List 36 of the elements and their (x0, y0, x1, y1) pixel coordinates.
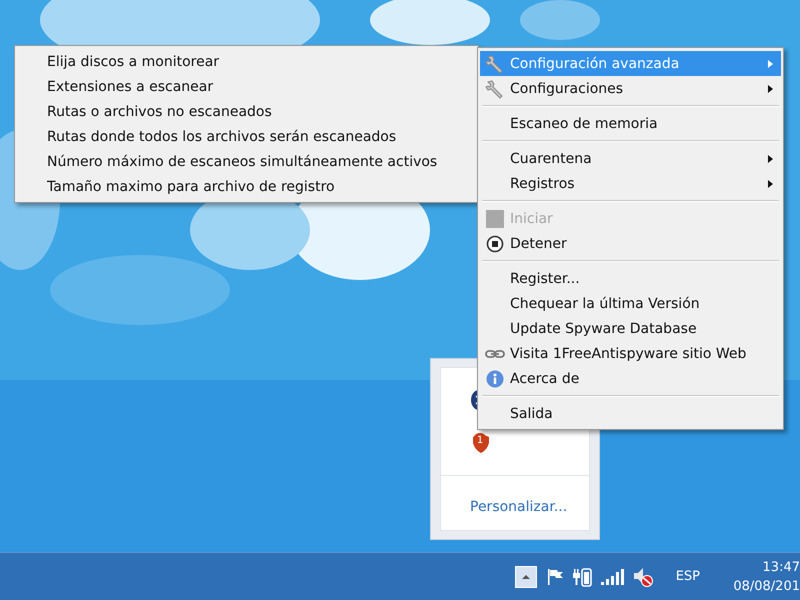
menu-item[interactable]: Registros (480, 171, 781, 196)
submenu-arrow-icon (768, 84, 773, 92)
menu-item[interactable]: Acerca de (480, 366, 781, 391)
menu-item[interactable]: Cuarentena (480, 146, 781, 171)
clock-date: 08/08/201 (733, 578, 800, 596)
menu-item[interactable]: Elija discos a monitorear (17, 49, 476, 74)
menu-item[interactable]: Tamaño maximo para archivo de registro (17, 174, 476, 199)
square-icon (486, 210, 504, 228)
customize-link[interactable]: Personalizar... (470, 499, 589, 515)
power-icon[interactable] (572, 566, 592, 586)
submenu-arrow-icon (768, 180, 773, 188)
info-icon (486, 370, 504, 388)
menu-item[interactable]: Chequear la última Versión (480, 291, 781, 316)
menu-item[interactable]: Escaneo de memoria (480, 111, 781, 136)
signal-icon[interactable] (600, 568, 624, 585)
language-indicator[interactable]: ESP (676, 569, 700, 584)
volume-muted-icon[interactable] (632, 566, 654, 587)
menu-item[interactable]: Register... (480, 266, 781, 291)
clock-time: 13:47 (762, 558, 800, 576)
menu-item[interactable]: Detener (480, 231, 781, 256)
menu-item[interactable]: Número máximo de escaneos simultáneamente activos (17, 149, 476, 174)
show-hidden-icons-button[interactable] (514, 566, 537, 588)
submenu-arrow-icon (768, 154, 773, 162)
wrench-icon (485, 78, 505, 98)
menu-item[interactable]: Rutas donde todos los archivos serán escaneados (17, 124, 476, 149)
shield-icon[interactable]: 1 (471, 434, 491, 454)
menu-item[interactable]: Rutas o archivos no escaneados (17, 99, 476, 124)
submenu-arrow-icon (768, 60, 773, 68)
menu-item[interactable]: Salida (480, 401, 781, 426)
stop-icon (486, 234, 504, 252)
menu-item[interactable]: Extensiones a escanear (17, 74, 476, 99)
wrench-icon (485, 54, 505, 74)
menu-item[interactable]: Update Spyware Database (480, 316, 781, 341)
menu-item[interactable]: Configuraciones (480, 76, 781, 101)
menu-item[interactable]: Visita 1FreeAntispyware sitio Web (480, 341, 781, 366)
flag-icon[interactable] (546, 566, 564, 586)
